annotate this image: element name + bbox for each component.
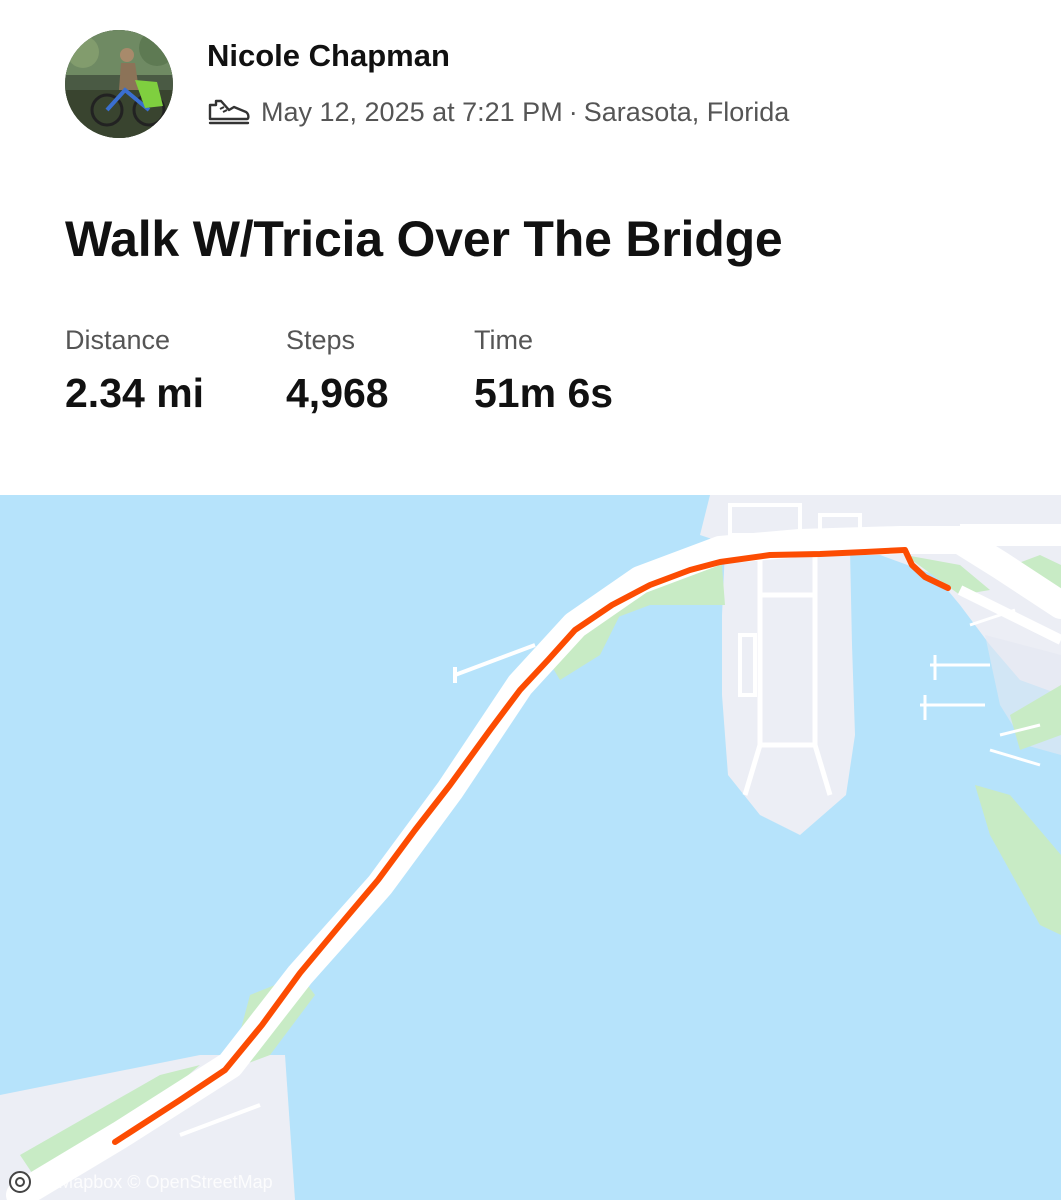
athlete-name[interactable]: Nicole Chapman bbox=[207, 38, 450, 74]
stat-label: Steps bbox=[286, 325, 356, 355]
stat-distance: Distance 2.34 mi bbox=[65, 325, 204, 417]
walking-shoe-icon bbox=[207, 97, 251, 127]
route-map[interactable]: © Mapbox © OpenStreetMap bbox=[0, 495, 1061, 1200]
stat-value: 2.34 mi bbox=[65, 370, 205, 416]
avatar-photo-icon bbox=[65, 30, 173, 138]
stat-label: Time bbox=[474, 325, 533, 355]
activity-title[interactable]: Walk W/Tricia Over The Bridge bbox=[65, 210, 783, 268]
stat-time: Time 51m 6s bbox=[474, 325, 613, 417]
mapbox-logo-icon[interactable] bbox=[8, 1170, 32, 1194]
activity-meta: May 12, 2025 at 7:21 PM · Sarasota, Flor… bbox=[207, 94, 789, 130]
meta-separator: · bbox=[568, 96, 578, 127]
activity-location: Sarasota, Florida bbox=[583, 96, 790, 127]
map-attribution-text[interactable]: © Mapbox © OpenStreetMap bbox=[40, 1172, 273, 1193]
stat-value: 51m 6s bbox=[474, 370, 614, 416]
activity-header: Nicole Chapman May 12, 2025 at 7:21 PM ·… bbox=[0, 0, 1061, 495]
map-canvas bbox=[0, 495, 1061, 1200]
stat-steps: Steps 4,968 bbox=[286, 325, 389, 417]
map-attribution[interactable]: © Mapbox © OpenStreetMap bbox=[8, 1170, 273, 1194]
stat-label: Distance bbox=[65, 325, 171, 355]
stat-value: 4,968 bbox=[286, 370, 389, 416]
athlete-avatar[interactable] bbox=[65, 30, 173, 138]
activity-datetime: May 12, 2025 at 7:21 PM bbox=[261, 96, 563, 127]
